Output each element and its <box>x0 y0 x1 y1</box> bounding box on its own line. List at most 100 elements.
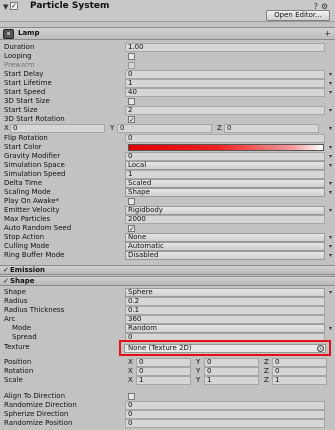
start-speed-field[interactable] <box>125 88 325 97</box>
flip-rotation-field[interactable] <box>125 134 325 143</box>
object-picker-icon[interactable] <box>317 345 324 352</box>
z-value: 0 <box>275 367 280 375</box>
x-value: 1 <box>139 376 144 384</box>
start-color-gradient[interactable] <box>128 144 324 151</box>
duration-field[interactable] <box>125 43 325 52</box>
curve-dropdown-icon[interactable]: ▾ <box>329 124 332 133</box>
dropdown-arrow-icon[interactable]: ▾ <box>329 233 332 242</box>
texture-object-field-highlight: None (Texture 2D) <box>119 340 331 356</box>
scale-y-field[interactable] <box>204 376 259 385</box>
system-name: Lamp <box>18 29 40 37</box>
emission-enabled-check[interactable]: ✓ <box>3 266 9 275</box>
start-lifetime-field[interactable] <box>125 79 325 88</box>
label: Delta Time <box>4 179 43 187</box>
rotation-z-field[interactable] <box>272 367 327 376</box>
max-particles-field[interactable] <box>125 215 325 224</box>
gravity-modifier-field[interactable] <box>125 152 325 161</box>
row-rotation: Rotation X 0 Y 0 Z 0 <box>0 367 335 376</box>
start-delay-field[interactable] <box>125 70 325 79</box>
position-z-field[interactable] <box>272 358 327 367</box>
dropdown-arrow-icon[interactable]: ▾ <box>329 288 332 297</box>
row-looping: Looping <box>0 52 335 61</box>
texture-value: None (Texture 2D) <box>128 344 192 352</box>
inspector-header: ▼ ✓ Particle System ?⚙ Open Editor... <box>0 0 335 22</box>
particle-system-bar[interactable]: Lamp + <box>0 27 335 40</box>
curve-dropdown-icon[interactable]: ▾ <box>329 88 332 97</box>
3d-start-rotation-checkbox[interactable]: ✓ <box>128 116 135 124</box>
randomize-direction-field[interactable] <box>125 401 325 410</box>
label: Start Speed <box>4 88 46 96</box>
scale-z-field[interactable] <box>272 376 327 385</box>
row-delta-time: Delta Time Scaled ▾ <box>0 179 335 188</box>
dropdown-arrow-icon[interactable]: ▾ <box>329 206 332 215</box>
value: 0.2 <box>128 297 140 305</box>
y-field[interactable] <box>117 124 212 133</box>
position-y-field[interactable] <box>204 358 259 367</box>
row-simulation-space: Simulation Space Local ▾ <box>0 161 335 170</box>
curve-dropdown-icon[interactable]: ▾ <box>329 143 332 152</box>
simulation-speed-field[interactable] <box>125 170 325 179</box>
rotation-x-field[interactable] <box>136 367 191 376</box>
dropdown-arrow-icon[interactable]: ▾ <box>329 179 332 188</box>
shape-dropdown[interactable] <box>125 288 325 297</box>
curve-dropdown-icon[interactable]: ▾ <box>329 79 332 88</box>
randomize-position-field[interactable] <box>125 419 325 428</box>
spherize-direction-field[interactable] <box>125 410 325 419</box>
position-x-field[interactable] <box>136 358 191 367</box>
label: Emitter Velocity <box>4 206 60 214</box>
3d-start-size-checkbox[interactable] <box>128 98 135 105</box>
open-editor-button[interactable]: Open Editor... <box>266 10 330 21</box>
row-radius-thickness: Radius Thickness 0.1 <box>0 306 335 315</box>
z-value: 0 <box>227 124 232 132</box>
delta-time-dropdown[interactable] <box>125 179 325 188</box>
radius-field[interactable] <box>125 297 325 306</box>
value: Disabled <box>128 251 159 259</box>
label: Gravity Modifier <box>4 152 61 160</box>
x-value: 0 <box>139 358 144 366</box>
simulation-space-dropdown[interactable] <box>125 161 325 170</box>
align-to-direction-checkbox[interactable] <box>128 393 135 400</box>
z-label: Z <box>264 367 269 375</box>
shape-module-header[interactable]: ✓ Shape <box>0 276 335 286</box>
auto-random-seed-checkbox[interactable]: ✓ <box>128 225 135 233</box>
arc-field[interactable] <box>125 315 325 324</box>
row-duration: Duration 1.00 <box>0 43 335 52</box>
y-value: 0 <box>207 367 212 375</box>
shape-enabled-check[interactable]: ✓ <box>3 277 9 286</box>
x-field[interactable] <box>10 124 105 133</box>
rotation-y-field[interactable] <box>204 367 259 376</box>
value: 0 <box>128 419 133 427</box>
radius-thickness-field[interactable] <box>125 306 325 315</box>
curve-dropdown-icon[interactable]: ▾ <box>329 70 332 79</box>
row-start-delay: Start Delay 0 ▾ <box>0 70 335 79</box>
value: 360 <box>128 315 142 323</box>
dropdown-arrow-icon[interactable]: ▾ <box>329 242 332 251</box>
emission-module-header[interactable]: ✓ Emission <box>0 265 335 275</box>
label: Radius <box>4 297 28 305</box>
stop-action-dropdown[interactable] <box>125 233 325 242</box>
start-size-field[interactable] <box>125 106 325 115</box>
collapse-arrow-icon[interactable]: ▼ <box>3 3 8 11</box>
enabled-checkbox[interactable]: ✓ <box>10 2 18 10</box>
y-value: 0 <box>120 124 125 132</box>
row-start-size: Start Size 2 ▾ <box>0 106 335 115</box>
play-on-awake-checkbox[interactable] <box>128 198 135 205</box>
curve-dropdown-icon[interactable]: ▾ <box>329 106 332 115</box>
prewarm-checkbox[interactable] <box>128 62 135 69</box>
z-field[interactable] <box>224 124 319 133</box>
label: Position <box>4 358 32 366</box>
label: Start Lifetime <box>4 79 52 87</box>
value: 0 <box>128 70 133 78</box>
curve-dropdown-icon[interactable]: ▾ <box>329 152 332 161</box>
dropdown-arrow-icon[interactable]: ▾ <box>329 251 332 260</box>
row-emitter-velocity: Emitter Velocity Rigidbody ▾ <box>0 206 335 215</box>
looping-checkbox[interactable] <box>128 53 135 60</box>
dropdown-arrow-icon[interactable]: ▾ <box>329 324 332 333</box>
label: Flip Rotation <box>4 134 48 142</box>
scaling-mode-dropdown[interactable] <box>125 188 325 197</box>
dropdown-arrow-icon[interactable]: ▾ <box>329 188 332 197</box>
z-label: Z <box>217 124 222 132</box>
add-icon[interactable]: + <box>324 29 331 38</box>
scale-x-field[interactable] <box>136 376 191 385</box>
dropdown-arrow-icon[interactable]: ▾ <box>329 161 332 170</box>
